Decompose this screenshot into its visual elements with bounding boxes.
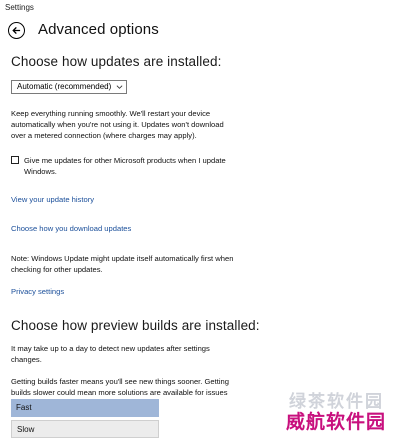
install-mode-value: Automatic (recommended) (17, 82, 112, 91)
option-fast[interactable]: Fast (11, 399, 159, 417)
page-header: Advanced options (0, 16, 400, 46)
back-button[interactable] (8, 22, 25, 39)
other-products-checkbox[interactable] (11, 156, 19, 164)
download-updates-link[interactable]: Choose how you download updates (11, 224, 131, 233)
preview-speed-text: Getting builds faster means you'll see n… (11, 377, 229, 397)
install-mode-dropdown[interactable]: Automatic (recommended) (11, 80, 127, 94)
page-title: Advanced options (38, 21, 159, 38)
update-history-link[interactable]: View your update history (11, 195, 94, 204)
watermark-line1: 绿茶软件园 (289, 392, 384, 411)
windows-update-note: Note: Windows Update might update itself… (11, 254, 234, 274)
window-title: Settings (5, 3, 34, 12)
preview-heading: Choose how preview builds are installed: (11, 318, 260, 333)
option-slow[interactable]: Slow (11, 420, 159, 438)
option-slow-label: Slow (17, 425, 35, 434)
privacy-settings-link[interactable]: Privacy settings (11, 287, 64, 296)
back-arrow-icon (12, 26, 21, 35)
preview-detect-text: It may take up to a day to detect new up… (11, 344, 210, 364)
updates-description: Keep everything running smoothly. We'll … (11, 109, 224, 140)
other-products-label: Give me updates for other Microsoft prod… (24, 156, 226, 176)
watermark-line2: 威航软件园 (285, 412, 386, 433)
updates-heading: Choose how updates are installed: (11, 54, 222, 69)
chevron-down-icon (116, 85, 123, 89)
option-fast-label: Fast (16, 403, 32, 412)
